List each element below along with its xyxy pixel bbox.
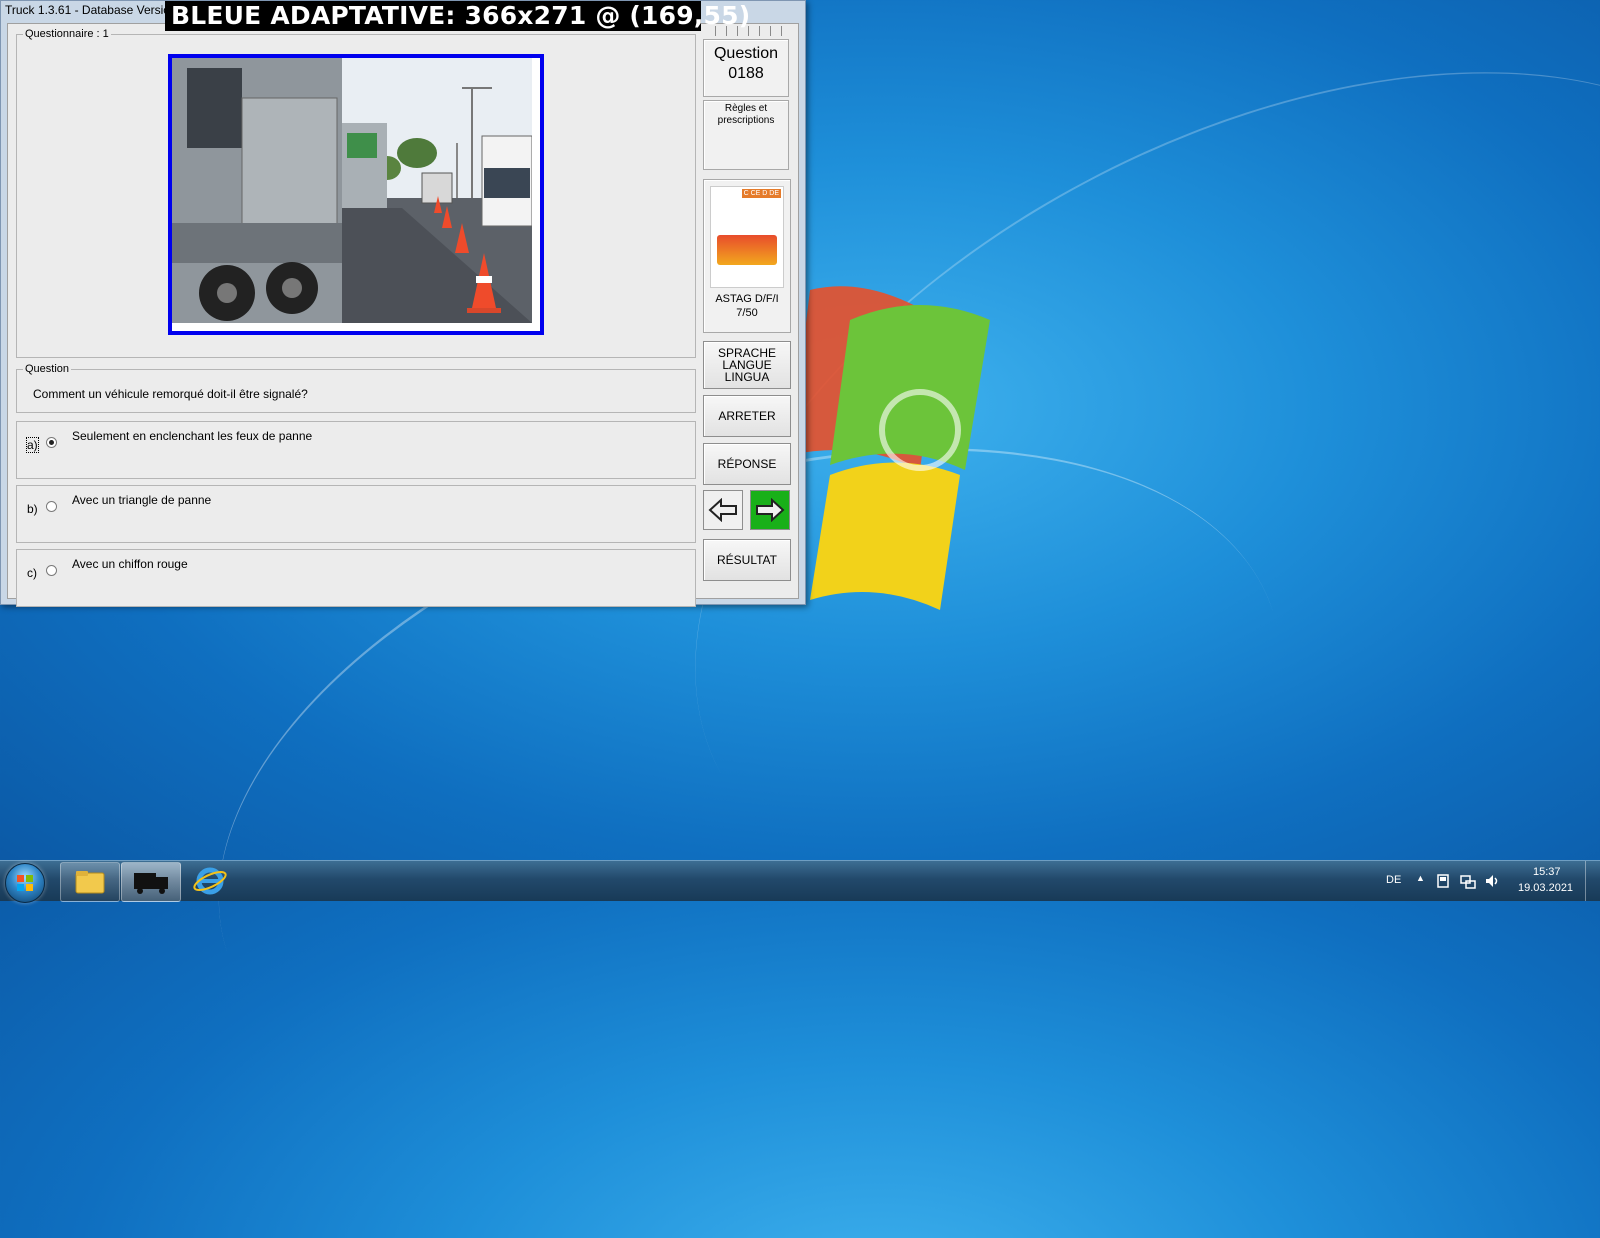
questionnaire-legend: Questionnaire : 1 — [25, 28, 109, 40]
question-text: Comment un véhicule remorqué doit-il êtr… — [33, 387, 308, 401]
truck-photo — [172, 58, 533, 323]
adaptive-overlay-label: BLEUE ADAPTATIVE: 366x271 @ (169,55) — [165, 1, 750, 31]
answer-option-b[interactable]: b) Avec un triangle de panne — [16, 485, 696, 543]
answer-text: Seulement en enclenchant les feux de pan… — [72, 429, 313, 443]
window-client-area: Questionnaire : 1 Question Comment un vé… — [7, 23, 799, 607]
answer-a-radio[interactable] — [46, 437, 57, 448]
question-legend: Question — [25, 363, 70, 375]
book-cover-bus — [717, 235, 777, 265]
taskbar: DE ▲ 15:37 19.03.2021 — [0, 860, 1600, 903]
next-button[interactable] — [750, 490, 790, 530]
clock-time[interactable]: 15:37 — [1533, 866, 1561, 878]
question-number-label: Question — [713, 45, 779, 62]
start-button[interactable] — [5, 863, 45, 903]
answer-c-radio[interactable] — [46, 565, 57, 576]
language-button[interactable]: SPRACHE LANGUE LINGUA — [703, 341, 791, 389]
truck-icon — [134, 873, 168, 894]
book-cover-image: C CE D DE — [710, 186, 784, 288]
question-number-box: Question 0188 — [703, 39, 789, 97]
action-center-flag-icon[interactable] — [1436, 873, 1450, 889]
keyboard-language-indicator[interactable]: DE — [1386, 874, 1401, 886]
windows-start-icon — [17, 875, 33, 891]
show-hidden-icons-arrow-icon[interactable]: ▲ — [1416, 873, 1425, 883]
clock-date[interactable]: 19.03.2021 — [1518, 882, 1573, 894]
stop-button[interactable]: ARRETER — [703, 395, 791, 437]
answer-letter: c) — [27, 566, 37, 580]
arrow-left-icon — [708, 498, 737, 522]
language-label-it: LINGUA — [724, 370, 770, 384]
answer-option-c[interactable]: c) Avec un chiffon rouge — [16, 549, 696, 607]
category-line-2: prescriptions — [717, 115, 775, 126]
previous-button[interactable] — [703, 490, 743, 530]
answer-letter: b) — [27, 502, 38, 516]
network-icon[interactable] — [1460, 873, 1476, 889]
category-box: Règles et prescriptions — [703, 100, 789, 170]
book-title: ASTAG D/F/I — [715, 293, 779, 305]
taskbar-explorer-button[interactable] — [60, 862, 120, 902]
book-page: 7/50 — [736, 307, 758, 319]
show-desktop-button[interactable] — [1585, 861, 1600, 901]
category-line-1: Règles et — [724, 103, 768, 114]
folder-icon — [75, 871, 105, 894]
book-category-badge: C CE D DE — [741, 189, 781, 198]
reference-book-box: C CE D DE ASTAG D/F/I 7/50 — [703, 179, 791, 333]
question-image — [168, 54, 544, 335]
answer-button[interactable]: RÉPONSE — [703, 443, 791, 485]
taskbar-truck-app-button[interactable] — [121, 862, 181, 902]
answer-text: Avec un triangle de panne — [72, 493, 212, 507]
question-number: 0188 — [728, 65, 764, 82]
arrow-right-icon — [756, 498, 785, 522]
result-button[interactable]: RÉSULTAT — [703, 539, 791, 581]
answer-option-a[interactable]: a) Seulement en enclenchant les feux de … — [16, 421, 696, 479]
answer-letter: a) — [26, 437, 39, 453]
windows-logo-icon — [790, 286, 990, 610]
answer-text: Avec un chiffon rouge — [72, 557, 188, 571]
volume-icon[interactable] — [1484, 873, 1500, 889]
application-window: Truck 1.3.61 - Database Version 2020.2 Q… — [0, 0, 806, 607]
question-group: Question Comment un véhicule remorqué do… — [16, 363, 696, 413]
answer-b-radio[interactable] — [46, 501, 57, 512]
taskbar-ie-button[interactable] — [188, 862, 232, 900]
internet-explorer-icon — [193, 867, 227, 895]
